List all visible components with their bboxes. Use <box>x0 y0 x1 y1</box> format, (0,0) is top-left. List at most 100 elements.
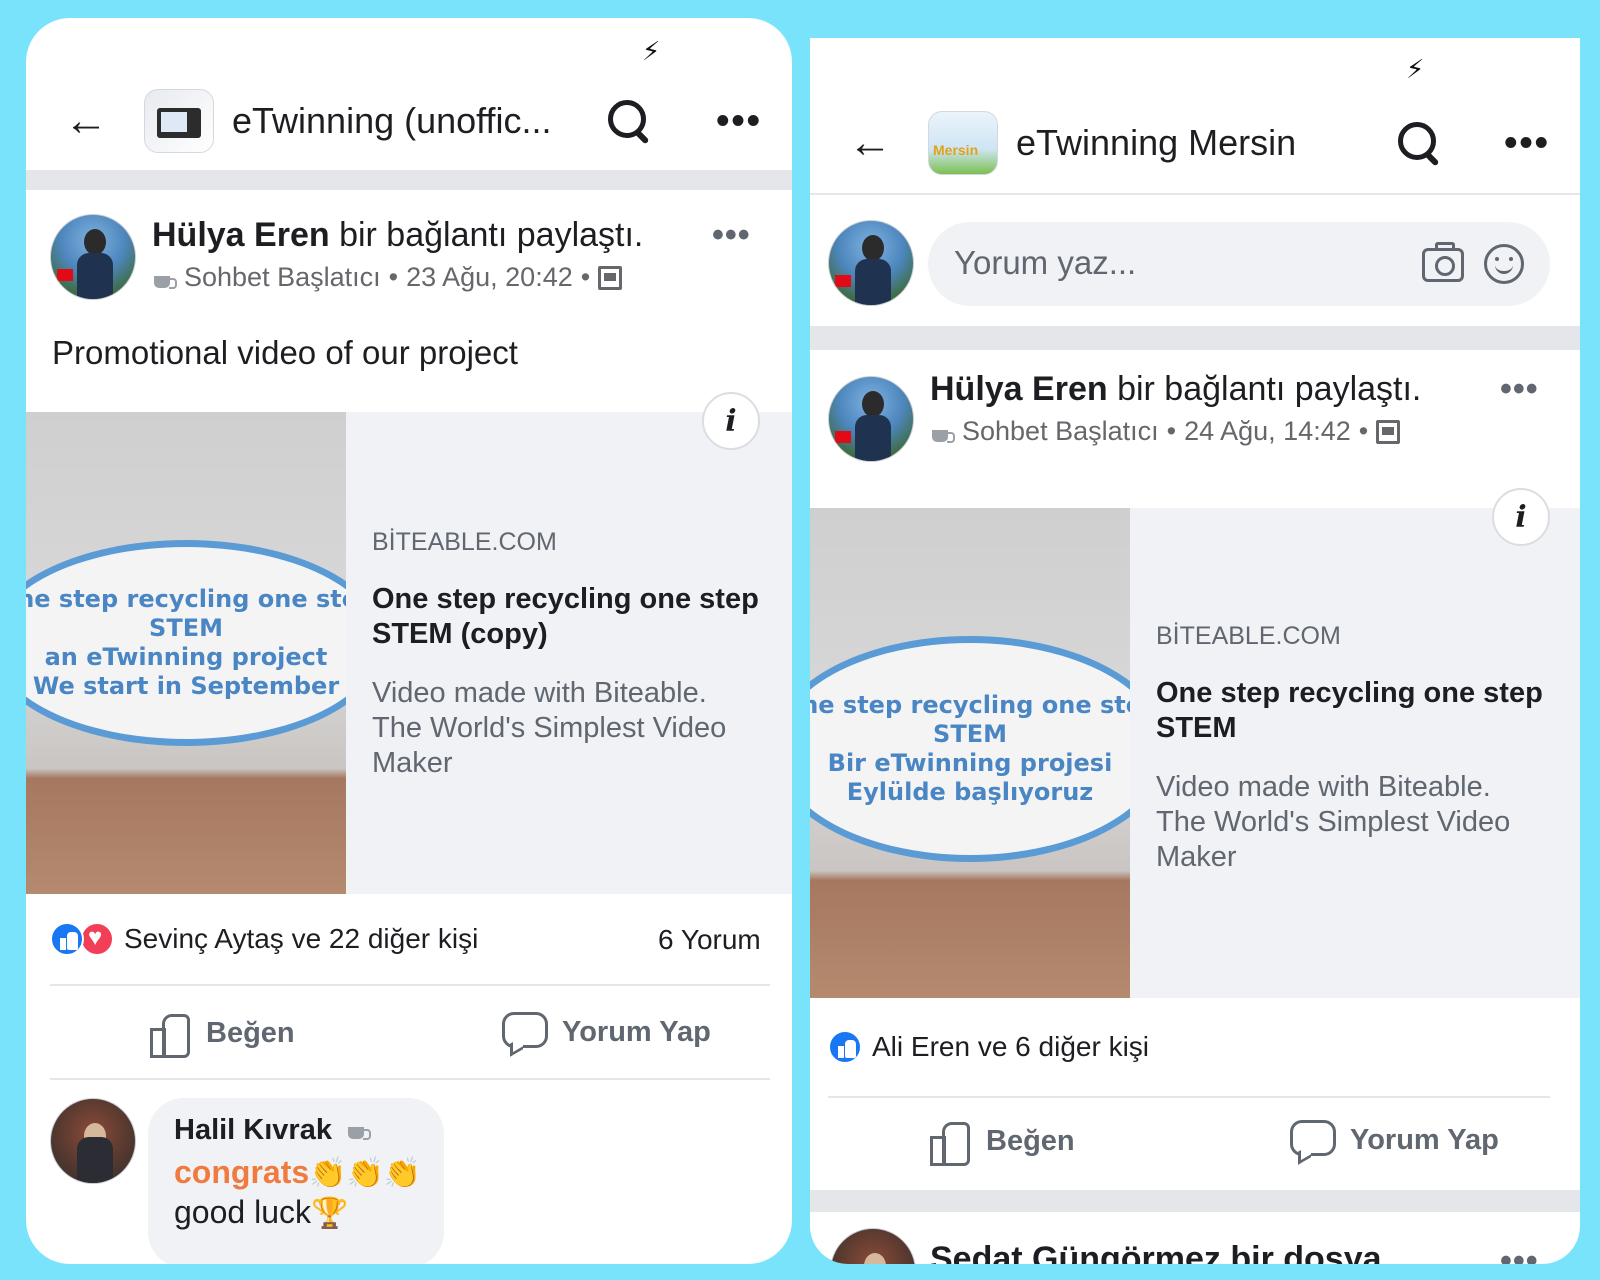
link-domain: BİTEABLE.COM <box>1156 622 1341 650</box>
composer-placeholder[interactable]: Yorum yaz... <box>954 244 1136 282</box>
reactions-summary[interactable]: Ali Eren ve 6 diğer kişi <box>828 1030 1149 1064</box>
coffee-cup-icon <box>152 268 177 289</box>
link-description: Video made with Biteable. The World's Si… <box>1156 771 1511 873</box>
trophy-icon: 🏆 <box>310 1196 349 1231</box>
search-icon[interactable] <box>1396 120 1442 166</box>
group-privacy-icon <box>1376 419 1401 444</box>
meta-separator: • <box>1358 416 1369 446</box>
comment-label: Yorum Yap <box>562 1015 711 1048</box>
info-icon[interactable]: i <box>1492 488 1550 546</box>
meta-separator: • <box>1166 416 1177 446</box>
divider <box>828 1096 1550 1098</box>
comment-label: Yorum Yap <box>1350 1123 1499 1156</box>
commenter-name-text: Halil Kıvrak <box>174 1114 332 1146</box>
back-arrow-icon[interactable]: ← <box>848 121 908 165</box>
group-avatar[interactable]: Mersin <box>928 111 998 175</box>
post-timestamp[interactable]: 23 Ağu, 20:42 <box>406 262 573 293</box>
comment-line: good luck🏆 <box>174 1194 348 1231</box>
charging-bolt-icon: ⚡ <box>642 36 661 66</box>
meta-separator: • <box>580 262 591 292</box>
camera-icon[interactable] <box>1422 242 1464 282</box>
comment-text: good luck <box>174 1194 311 1230</box>
thumbnail-text: Bir eTwinning projesi <box>827 749 1113 777</box>
like-reaction-icon <box>828 1030 862 1064</box>
member-badge: Sohbet Başlatıcı <box>962 416 1159 446</box>
member-badge: Sohbet Başlatıcı <box>184 262 381 292</box>
thumbnail-text: an eTwinning project <box>44 643 328 671</box>
like-button[interactable]: Beğen <box>148 1012 295 1058</box>
more-dots-icon[interactable]: ••• <box>1504 124 1550 162</box>
thumbnail-patch: One step recycling one step STEM an eTwi… <box>26 540 346 746</box>
commenter-avatar[interactable] <box>50 1098 136 1184</box>
comment-button[interactable]: Yorum Yap <box>502 1012 711 1052</box>
thumbnail-text: Eylülde başlıyoruz <box>846 777 1094 806</box>
section-divider <box>26 170 792 190</box>
app-header: ← Mersin eTwinning Mersin ••• <box>810 98 1580 188</box>
group-privacy-icon <box>598 265 623 290</box>
link-preview-card[interactable]: One step recycling one step STEM Bir eTw… <box>810 488 1580 998</box>
reactions-label: Ali Eren ve 6 diğer kişi <box>872 1031 1150 1062</box>
coffee-cup-icon <box>346 1119 372 1140</box>
thumbnail-text: One step recycling one step <box>810 691 1130 720</box>
like-reaction-icon <box>50 922 84 956</box>
author-name[interactable]: Hülya Eren <box>930 370 1108 408</box>
group-title[interactable]: eTwinning Mersin <box>1016 122 1396 164</box>
back-arrow-icon[interactable]: ← <box>64 99 124 143</box>
comment-composer[interactable]: Yorum yaz... <box>928 222 1550 306</box>
thumbnail-text: STEM <box>149 614 223 643</box>
comment-count[interactable]: 6 Yorum <box>658 924 761 956</box>
commenter-name[interactable]: Halil Kıvrak <box>174 1114 372 1147</box>
link-title[interactable]: One step recycling one step STEM <box>1156 676 1548 746</box>
thumbnail-text: We start in September <box>32 671 340 700</box>
post-more-icon[interactable]: ••• <box>1500 1244 1539 1264</box>
post-text: Promotional video of our project <box>52 334 518 371</box>
comment-line: congrats👏👏👏 <box>174 1154 421 1191</box>
post-timestamp[interactable]: 24 Ağu, 14:42 <box>1184 416 1351 447</box>
author-name[interactable]: Hülya Eren <box>152 216 330 254</box>
post-more-icon[interactable]: ••• <box>712 218 751 252</box>
link-title[interactable]: One step recycling one step STEM (copy) <box>372 582 762 652</box>
avatar[interactable] <box>830 1228 916 1264</box>
comment-bubble-icon <box>502 1012 548 1052</box>
like-thumb-icon <box>148 1012 190 1058</box>
post-meta: Sohbet Başlatıcı • 23 Ağu, 20:42 • <box>152 262 623 293</box>
post-header: Hülya Eren bir bağlantı paylaştı. <box>152 216 643 255</box>
group-title[interactable]: eTwinning (unoffic... <box>232 100 606 142</box>
avatar[interactable] <box>50 214 136 300</box>
post-action: bir bağlantı paylaştı. <box>339 216 644 254</box>
link-description: Video made with Biteable. The World's Si… <box>372 677 727 779</box>
post-header: Hülya Eren bir bağlantı paylaştı. <box>930 370 1421 409</box>
section-divider <box>810 326 1580 350</box>
video-thumbnail[interactable]: One step recycling one step STEM an eTwi… <box>26 412 346 894</box>
emoji-smile-icon[interactable] <box>1484 244 1524 284</box>
divider <box>50 1078 770 1080</box>
group-avatar[interactable] <box>144 89 214 153</box>
more-dots-icon[interactable]: ••• <box>716 102 762 140</box>
thumbnail-patch: One step recycling one step STEM Bir eTw… <box>810 636 1130 862</box>
post-more-icon[interactable]: ••• <box>1500 372 1539 406</box>
left-phone-screen: ⚡ ← eTwinning (unoffic... ••• Hülya Eren… <box>26 18 792 1264</box>
reactions-summary[interactable]: Sevinç Aytaş ve 22 diğer kişi <box>50 922 478 956</box>
post-action: bir bağlantı paylaştı. <box>1117 370 1422 408</box>
thumbnail-text: One step recycling one step <box>26 585 346 614</box>
charging-bolt-icon: ⚡ <box>1406 54 1425 84</box>
search-icon[interactable] <box>606 98 652 144</box>
comment-text: congrats <box>174 1154 310 1190</box>
like-button[interactable]: Beğen <box>928 1120 1075 1166</box>
divider <box>50 984 770 986</box>
like-thumb-icon <box>928 1120 970 1166</box>
avatar[interactable] <box>828 376 914 462</box>
link-domain: BİTEABLE.COM <box>372 528 557 556</box>
link-preview-card[interactable]: One step recycling one step STEM an eTwi… <box>26 392 792 894</box>
reactions-label: Sevinç Aytaş ve 22 diğer kişi <box>124 923 479 954</box>
avatar[interactable] <box>828 220 914 306</box>
info-icon[interactable]: i <box>702 392 760 450</box>
comment-button[interactable]: Yorum Yap <box>1290 1120 1499 1160</box>
like-label: Beğen <box>986 1124 1075 1157</box>
next-post-author[interactable]: Sedat Güngörmez bir dosya <box>930 1240 1382 1264</box>
divider <box>810 193 1580 195</box>
comment-bubble-icon <box>1290 1120 1336 1160</box>
clapping-hands-icon: 👏👏👏 <box>309 1156 422 1191</box>
meta-separator: • <box>388 262 399 292</box>
video-thumbnail[interactable]: One step recycling one step STEM Bir eTw… <box>810 508 1130 998</box>
